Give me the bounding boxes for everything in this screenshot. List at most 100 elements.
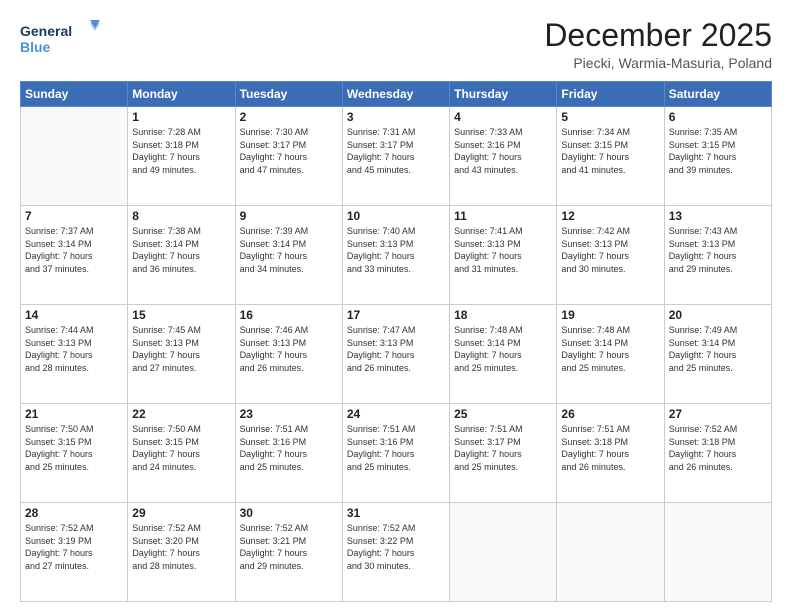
day-info: Sunrise: 7:47 AM Sunset: 3:13 PM Dayligh… bbox=[347, 324, 445, 374]
calendar-cell: 12Sunrise: 7:42 AM Sunset: 3:13 PM Dayli… bbox=[557, 206, 664, 305]
calendar-cell: 16Sunrise: 7:46 AM Sunset: 3:13 PM Dayli… bbox=[235, 305, 342, 404]
title-block: December 2025 Piecki, Warmia-Masuria, Po… bbox=[544, 18, 772, 71]
calendar-cell: 21Sunrise: 7:50 AM Sunset: 3:15 PM Dayli… bbox=[21, 404, 128, 503]
page-title: December 2025 bbox=[544, 18, 772, 53]
day-info: Sunrise: 7:30 AM Sunset: 3:17 PM Dayligh… bbox=[240, 126, 338, 176]
day-number: 22 bbox=[132, 407, 230, 421]
day-info: Sunrise: 7:33 AM Sunset: 3:16 PM Dayligh… bbox=[454, 126, 552, 176]
day-info: Sunrise: 7:52 AM Sunset: 3:18 PM Dayligh… bbox=[669, 423, 767, 473]
calendar-cell bbox=[21, 107, 128, 206]
calendar-cell bbox=[450, 503, 557, 602]
day-info: Sunrise: 7:51 AM Sunset: 3:16 PM Dayligh… bbox=[240, 423, 338, 473]
day-number: 7 bbox=[25, 209, 123, 223]
day-number: 14 bbox=[25, 308, 123, 322]
column-header-thursday: Thursday bbox=[450, 82, 557, 107]
day-number: 6 bbox=[669, 110, 767, 124]
day-info: Sunrise: 7:34 AM Sunset: 3:15 PM Dayligh… bbox=[561, 126, 659, 176]
calendar-cell: 6Sunrise: 7:35 AM Sunset: 3:15 PM Daylig… bbox=[664, 107, 771, 206]
day-number: 17 bbox=[347, 308, 445, 322]
calendar-cell bbox=[664, 503, 771, 602]
calendar-cell: 10 Sunrise: 7:40 AM Sunset: 3:13 PM Dayli… bbox=[342, 206, 449, 305]
day-number: 24 bbox=[347, 407, 445, 421]
column-header-saturday: Saturday bbox=[664, 82, 771, 107]
day-number: 29 bbox=[132, 506, 230, 520]
day-info: Sunrise: 7:51 AM Sunset: 3:18 PM Dayligh… bbox=[561, 423, 659, 473]
day-info: Sunrise: 7:52 AM Sunset: 3:22 PM Dayligh… bbox=[347, 522, 445, 572]
calendar-cell: 28 Sunrise: 7:52 AM Sunset: 3:19 PM Dayli… bbox=[21, 503, 128, 602]
day-number: 8 bbox=[132, 209, 230, 223]
calendar-cell: 9 Sunrise: 7:39 AM Sunset: 3:14 PM Daylig… bbox=[235, 206, 342, 305]
day-number: 26 bbox=[561, 407, 659, 421]
column-header-tuesday: Tuesday bbox=[235, 82, 342, 107]
day-number: 30 bbox=[240, 506, 338, 520]
day-number: 3 bbox=[347, 110, 445, 124]
svg-text:Blue: Blue bbox=[20, 39, 51, 55]
day-info: Sunrise: 7:51 AM Sunset: 3:17 PM Dayligh… bbox=[454, 423, 552, 473]
day-number: 9 bbox=[240, 209, 338, 223]
day-number: 11 bbox=[454, 209, 552, 223]
column-header-sunday: Sunday bbox=[21, 82, 128, 107]
calendar-cell: 8 Sunrise: 7:38 AM Sunset: 3:14 PM Daylig… bbox=[128, 206, 235, 305]
day-info: Sunrise: 7:52 AM Sunset: 3:20 PM Dayligh… bbox=[132, 522, 230, 572]
calendar-cell: 17 Sunrise: 7:47 AM Sunset: 3:13 PM Dayli… bbox=[342, 305, 449, 404]
day-number: 2 bbox=[240, 110, 338, 124]
day-info: Sunrise: 7:38 AM Sunset: 3:14 PM Dayligh… bbox=[132, 225, 230, 275]
calendar-week-row: 21Sunrise: 7:50 AM Sunset: 3:15 PM Dayli… bbox=[21, 404, 772, 503]
page: General Blue December 2025 Piecki, Warmi… bbox=[0, 0, 792, 612]
calendar-week-row: 14 Sunrise: 7:44 AM Sunset: 3:13 PM Dayli… bbox=[21, 305, 772, 404]
calendar-cell: 29 Sunrise: 7:52 AM Sunset: 3:20 PM Dayli… bbox=[128, 503, 235, 602]
day-number: 28 bbox=[25, 506, 123, 520]
calendar-cell: 11 Sunrise: 7:41 AM Sunset: 3:13 PM Dayli… bbox=[450, 206, 557, 305]
calendar-cell: 18Sunrise: 7:48 AM Sunset: 3:14 PM Dayli… bbox=[450, 305, 557, 404]
calendar-week-row: 28 Sunrise: 7:52 AM Sunset: 3:19 PM Dayli… bbox=[21, 503, 772, 602]
day-info: Sunrise: 7:52 AM Sunset: 3:21 PM Dayligh… bbox=[240, 522, 338, 572]
calendar-table: SundayMondayTuesdayWednesdayThursdayFrid… bbox=[20, 81, 772, 602]
logo-icon: General Blue bbox=[20, 18, 100, 58]
calendar-cell: 31 Sunrise: 7:52 AM Sunset: 3:22 PM Dayli… bbox=[342, 503, 449, 602]
calendar-cell: 26 Sunrise: 7:51 AM Sunset: 3:18 PM Dayli… bbox=[557, 404, 664, 503]
calendar-cell bbox=[557, 503, 664, 602]
day-number: 12 bbox=[561, 209, 659, 223]
day-number: 5 bbox=[561, 110, 659, 124]
page-subtitle: Piecki, Warmia-Masuria, Poland bbox=[544, 55, 772, 71]
day-info: Sunrise: 7:31 AM Sunset: 3:17 PM Dayligh… bbox=[347, 126, 445, 176]
day-info: Sunrise: 7:39 AM Sunset: 3:14 PM Dayligh… bbox=[240, 225, 338, 275]
calendar-cell: 22Sunrise: 7:50 AM Sunset: 3:15 PM Dayli… bbox=[128, 404, 235, 503]
calendar-week-row: 7Sunrise: 7:37 AM Sunset: 3:14 PM Daylig… bbox=[21, 206, 772, 305]
day-info: Sunrise: 7:52 AM Sunset: 3:19 PM Dayligh… bbox=[25, 522, 123, 572]
calendar-cell: 14 Sunrise: 7:44 AM Sunset: 3:13 PM Dayli… bbox=[21, 305, 128, 404]
calendar-cell: 24 Sunrise: 7:51 AM Sunset: 3:16 PM Dayli… bbox=[342, 404, 449, 503]
column-header-monday: Monday bbox=[128, 82, 235, 107]
calendar-header-row: SundayMondayTuesdayWednesdayThursdayFrid… bbox=[21, 82, 772, 107]
calendar-cell: 20Sunrise: 7:49 AM Sunset: 3:14 PM Dayli… bbox=[664, 305, 771, 404]
day-number: 25 bbox=[454, 407, 552, 421]
header: General Blue December 2025 Piecki, Warmi… bbox=[20, 18, 772, 71]
day-info: Sunrise: 7:43 AM Sunset: 3:13 PM Dayligh… bbox=[669, 225, 767, 275]
calendar-cell: 3 Sunrise: 7:31 AM Sunset: 3:17 PM Daylig… bbox=[342, 107, 449, 206]
calendar-cell: 27 Sunrise: 7:52 AM Sunset: 3:18 PM Dayli… bbox=[664, 404, 771, 503]
calendar-cell: 23Sunrise: 7:51 AM Sunset: 3:16 PM Dayli… bbox=[235, 404, 342, 503]
day-info: Sunrise: 7:51 AM Sunset: 3:16 PM Dayligh… bbox=[347, 423, 445, 473]
column-header-wednesday: Wednesday bbox=[342, 82, 449, 107]
day-number: 1 bbox=[132, 110, 230, 124]
svg-text:General: General bbox=[20, 23, 72, 39]
day-number: 27 bbox=[669, 407, 767, 421]
day-info: Sunrise: 7:44 AM Sunset: 3:13 PM Dayligh… bbox=[25, 324, 123, 374]
day-number: 20 bbox=[669, 308, 767, 322]
calendar-week-row: 1Sunrise: 7:28 AM Sunset: 3:18 PM Daylig… bbox=[21, 107, 772, 206]
day-number: 4 bbox=[454, 110, 552, 124]
day-number: 13 bbox=[669, 209, 767, 223]
day-number: 16 bbox=[240, 308, 338, 322]
day-info: Sunrise: 7:48 AM Sunset: 3:14 PM Dayligh… bbox=[561, 324, 659, 374]
logo: General Blue bbox=[20, 18, 100, 58]
day-info: Sunrise: 7:40 AM Sunset: 3:13 PM Dayligh… bbox=[347, 225, 445, 275]
day-number: 19 bbox=[561, 308, 659, 322]
calendar-cell: 7Sunrise: 7:37 AM Sunset: 3:14 PM Daylig… bbox=[21, 206, 128, 305]
calendar-cell: 15Sunrise: 7:45 AM Sunset: 3:13 PM Dayli… bbox=[128, 305, 235, 404]
day-info: Sunrise: 7:41 AM Sunset: 3:13 PM Dayligh… bbox=[454, 225, 552, 275]
calendar-cell: 13 Sunrise: 7:43 AM Sunset: 3:13 PM Dayli… bbox=[664, 206, 771, 305]
day-number: 31 bbox=[347, 506, 445, 520]
calendar-cell: 19 Sunrise: 7:48 AM Sunset: 3:14 PM Dayli… bbox=[557, 305, 664, 404]
day-number: 10 bbox=[347, 209, 445, 223]
day-number: 21 bbox=[25, 407, 123, 421]
